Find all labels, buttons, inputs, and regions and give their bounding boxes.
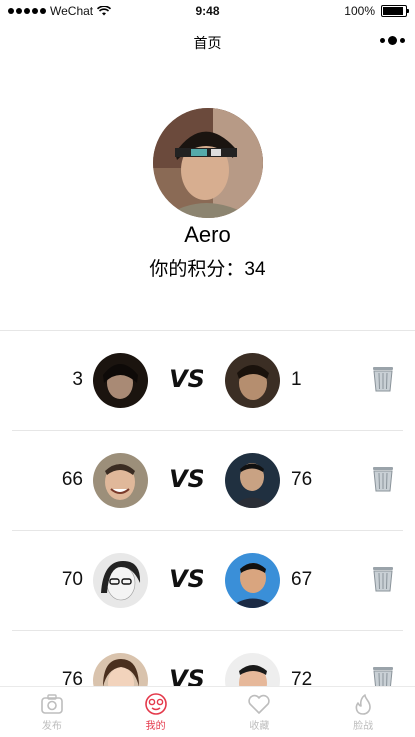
tab-favorites[interactable]: 收藏 <box>208 687 312 737</box>
match-row[interactable]: 3 VS 1 <box>0 331 415 431</box>
status-bar: WeChat 9:48 100% <box>0 0 415 22</box>
page-title: 首页 <box>193 35 222 51</box>
tab-label: 发布 <box>41 721 62 732</box>
nav-bar: 首页 <box>0 22 415 62</box>
match-row[interactable]: 70 VS 67 <box>0 531 415 631</box>
trash-icon[interactable] <box>370 564 396 592</box>
status-right: 100% <box>344 4 409 18</box>
match-row[interactable]: 66 VS 76 <box>0 431 415 531</box>
trash-icon[interactable] <box>370 464 396 492</box>
more-options-button[interactable] <box>380 36 405 45</box>
more-dot-icon <box>388 36 397 45</box>
vs-label: VS <box>171 565 203 593</box>
right-score: 1 <box>291 369 302 390</box>
right-player-avatar[interactable] <box>225 353 280 408</box>
tab-bar: 发布 我的 收藏 脸战 <box>0 686 415 737</box>
trash-icon[interactable] <box>370 664 396 687</box>
trash-icon[interactable] <box>370 364 396 392</box>
user-avatar[interactable] <box>152 108 263 218</box>
left-score: 70 <box>61 569 83 590</box>
right-score: 67 <box>291 569 313 590</box>
left-player-avatar[interactable] <box>93 353 148 408</box>
more-dot-icon <box>380 38 385 43</box>
profile-section: Aero 你的积分：34 <box>0 108 415 281</box>
vs-icon: VS <box>171 465 203 493</box>
tab-label: 脸战 <box>353 721 374 732</box>
vs-icon: VS <box>171 365 203 393</box>
more-dot-icon <box>400 38 405 43</box>
right-player-avatar[interactable] <box>225 553 280 608</box>
tab-mine[interactable]: 我的 <box>104 687 208 737</box>
left-player-avatar[interactable] <box>93 553 148 608</box>
tab-publish[interactable]: 发布 <box>0 687 104 737</box>
heart-icon <box>248 694 271 714</box>
battery-fill <box>383 7 403 15</box>
tab-label: 我的 <box>145 721 166 732</box>
camera-icon <box>41 694 63 714</box>
right-player-avatar[interactable] <box>225 653 280 687</box>
username: Aero <box>184 222 231 247</box>
flame-icon <box>355 694 371 715</box>
left-score: 76 <box>61 669 83 687</box>
right-score: 72 <box>291 669 313 687</box>
battery-icon <box>381 5 409 17</box>
right-score: 76 <box>291 469 313 490</box>
left-player-avatar[interactable] <box>93 453 148 508</box>
match-row[interactable]: 76 VS 72 <box>0 631 415 687</box>
vs-label: VS <box>171 665 203 687</box>
left-score: 66 <box>61 469 83 490</box>
right-player-avatar[interactable] <box>225 453 280 508</box>
match-list: 3 VS 1 66 VS 76 <box>0 331 415 687</box>
left-player-avatar[interactable] <box>93 653 148 687</box>
vs-icon: VS <box>171 665 203 687</box>
user-score: 你的积分：34 <box>149 259 266 280</box>
left-score: 3 <box>72 369 83 390</box>
monkey-face-icon <box>144 693 167 715</box>
vs-label: VS <box>171 365 203 393</box>
battery-percent: 100% <box>344 4 375 18</box>
tab-face-battle[interactable]: 脸战 <box>311 687 415 737</box>
vs-icon: VS <box>171 565 203 593</box>
tab-label: 收藏 <box>249 721 270 732</box>
vs-label: VS <box>171 465 203 493</box>
